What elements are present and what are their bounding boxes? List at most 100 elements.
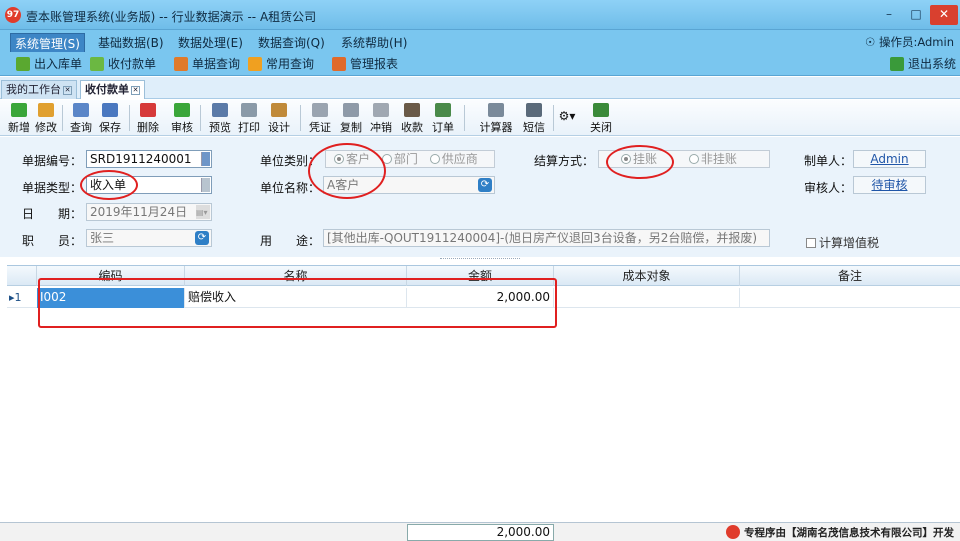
print-button[interactable]: 打印 <box>232 103 266 135</box>
button-label: 修改 <box>35 121 57 134</box>
order-icon <box>435 103 451 117</box>
menu-basic-data[interactable]: 基础数据(B) <box>94 33 168 52</box>
total-amount: 2,000.00 <box>407 524 554 541</box>
cell-note[interactable] <box>740 288 960 308</box>
auditor-label: 审核人： <box>804 181 853 195</box>
options-dropdown[interactable]: ⚙▾ <box>556 109 578 123</box>
brand-logo-icon <box>726 525 740 539</box>
doc-no-field[interactable]: SRD1911240001 <box>86 150 212 168</box>
column-header-cost[interactable]: 成本对象 <box>554 266 740 286</box>
brand-footer: 专程序由【湖南名茂信息技术有限公司】开发 <box>726 525 954 540</box>
purpose-field[interactable]: [其他出库-QOUT1911240004]-(旭日房产仪退回3台设备，另2台赔偿… <box>323 229 770 247</box>
maker-value: Admin <box>853 150 926 168</box>
close-tab-icon[interactable]: ✕ <box>63 85 72 95</box>
close-tab-icon[interactable]: ✕ <box>131 85 140 95</box>
toolbar-separator <box>129 105 130 131</box>
bill-form: 单据编号： SRD1911240001 单据类型： 收入单 日 期： 2019年… <box>0 137 960 257</box>
radio-label: 部门 <box>393 152 418 166</box>
staff-value: 张三 <box>90 231 115 245</box>
button-label: 冲销 <box>370 121 392 134</box>
delete-icon <box>140 103 156 117</box>
doc-type-label: 单据类型： <box>22 181 83 195</box>
annotation-rect-row <box>38 278 557 328</box>
calculator-button[interactable]: 计算器 <box>474 103 518 135</box>
sms-icon <box>526 103 542 117</box>
toolbar-separator <box>200 105 201 131</box>
quick-bill-query[interactable]: 单据查询 <box>172 55 240 73</box>
design-icon <box>271 103 287 117</box>
delete-button[interactable]: 删除 <box>131 103 165 135</box>
menu-system[interactable]: 系统管理(S) <box>10 33 85 54</box>
button-label: 关闭 <box>590 121 612 134</box>
exit-icon <box>593 103 609 117</box>
tab-payment-bill[interactable]: 收付款单 ✕ <box>80 80 145 99</box>
audit-button[interactable]: 审核 <box>165 103 199 135</box>
chevron-down-icon[interactable] <box>201 152 210 166</box>
search-icon <box>73 103 89 117</box>
close-button[interactable]: ✕ <box>930 5 958 25</box>
tab-workbench[interactable]: 我的工作台 ✕ <box>1 80 77 99</box>
button-label: 删除 <box>137 121 159 134</box>
printer-icon <box>241 103 257 117</box>
exit-icon <box>890 57 904 71</box>
chevron-down-icon[interactable] <box>201 178 210 192</box>
calculator-icon <box>488 103 504 117</box>
gear-dropdown-icon: ⚙▾ <box>558 109 576 123</box>
report-icon <box>332 57 346 71</box>
refresh-icon[interactable]: ⟳ <box>195 231 209 245</box>
calendar-icon[interactable]: ▤▾ <box>196 205 210 219</box>
order-button[interactable]: 订单 <box>426 103 460 135</box>
annotation-ellipse-unit <box>308 143 386 199</box>
quick-stock-bill[interactable]: 出入库单 <box>14 55 82 73</box>
staff-field[interactable]: 张三 ⟳ <box>86 229 212 247</box>
close-bill-button[interactable]: 关闭 <box>584 103 618 135</box>
exit-label: 退出系统 <box>908 57 957 71</box>
radio-not-on-account[interactable]: 非挂账 <box>688 151 737 167</box>
copy-button[interactable]: 复制 <box>334 103 368 135</box>
radio-supplier[interactable]: 供应商 <box>429 151 478 167</box>
plus-icon <box>11 103 27 117</box>
design-button[interactable]: 设计 <box>262 103 296 135</box>
refresh-icon[interactable]: ⟳ <box>478 178 492 192</box>
cell-cost[interactable] <box>554 288 740 308</box>
save-button[interactable]: 保存 <box>93 103 127 135</box>
preview-icon <box>212 103 228 117</box>
radio-department[interactable]: 部门 <box>381 151 418 167</box>
reverse-button[interactable]: 冲销 <box>364 103 398 135</box>
date-field[interactable]: 2019年11月24日 ▤▾ <box>86 203 212 221</box>
app-window: 97 壹本账管理系统(业务版) -- 行业数据演示 -- A租赁公司 – □ ✕… <box>0 0 960 541</box>
maximize-button[interactable]: □ <box>903 5 929 25</box>
voucher-icon <box>312 103 328 117</box>
menu-data-query[interactable]: 数据查询(Q) <box>254 33 329 52</box>
minimize-button[interactable]: – <box>876 5 902 25</box>
quick-payment-bill[interactable]: 收付款单 <box>88 55 156 73</box>
button-label: 保存 <box>99 121 121 134</box>
checkbox-icon <box>806 238 816 248</box>
stock-icon <box>16 57 30 71</box>
menu-data-process[interactable]: 数据处理(E) <box>174 33 247 52</box>
splitter-handle[interactable] <box>440 258 520 261</box>
radio-icon <box>429 154 440 164</box>
vat-label: 计算增值税 <box>819 236 880 250</box>
date-label: 日 期： <box>22 207 83 221</box>
save-icon <box>102 103 118 117</box>
doc-no-value: SRD1911240001 <box>90 152 192 166</box>
voucher-button[interactable]: 凭证 <box>303 103 337 135</box>
receive-button[interactable]: 收款 <box>395 103 429 135</box>
quick-common-query[interactable]: 常用查询 <box>246 55 314 73</box>
row-indicator: ▸1 <box>9 291 22 304</box>
column-header-note[interactable]: 备注 <box>740 266 960 286</box>
menu-help[interactable]: 系统帮助(H) <box>337 33 411 52</box>
purpose-label: 用 途： <box>260 234 321 248</box>
quick-label: 管理报表 <box>350 57 399 71</box>
edit-button[interactable]: 修改 <box>29 103 63 135</box>
chart-icon <box>248 57 262 71</box>
sms-button[interactable]: 短信 <box>517 103 551 135</box>
vat-checkbox[interactable]: 计算增值税 <box>806 234 879 251</box>
menu-bar: 系统管理(S) 基础数据(B) 数据处理(E) 数据查询(Q) 系统帮助(H) … <box>0 30 960 54</box>
button-label: 短信 <box>523 121 545 134</box>
exit-system-button[interactable]: 退出系统 <box>888 55 956 73</box>
quick-report[interactable]: 管理报表 <box>330 55 398 73</box>
button-label: 计算器 <box>479 121 513 134</box>
button-label: 新增 <box>8 121 30 134</box>
